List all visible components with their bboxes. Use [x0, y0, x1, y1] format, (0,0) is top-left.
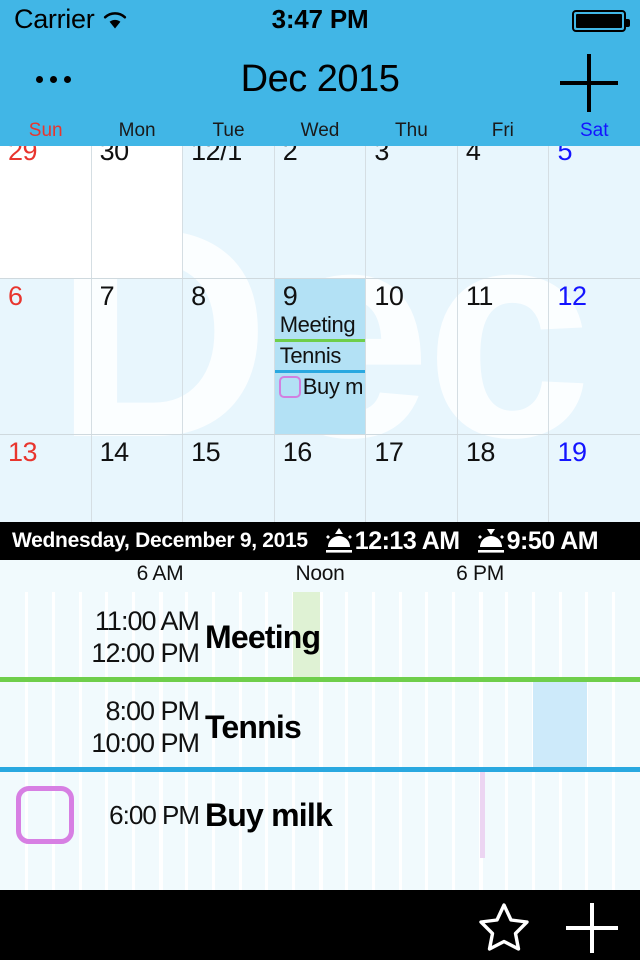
day-number: 13 [8, 437, 38, 467]
day-cell-12[interactable]: 12 [549, 279, 640, 434]
day-number: 17 [374, 437, 404, 467]
cell-task[interactable]: Buy m [275, 373, 366, 401]
week-row: 6 7 8 9 Meeting Tennis Buy m 10 11 12 [0, 279, 640, 435]
day-cell-9[interactable]: 9 Meeting Tennis Buy m [274, 279, 367, 434]
ruler-label-6-pm: 6 PM [456, 562, 504, 585]
status-bar: Carrier 3:47 PM [0, 0, 640, 40]
day-number: 6 [8, 281, 23, 311]
ruler-label-noon: Noon [295, 562, 345, 585]
status-bar-clock: 3:47 PM [271, 4, 369, 34]
day-number: 5 [557, 146, 572, 166]
day-number: 16 [282, 437, 313, 467]
week-row: 13 14 15 16 17 18 19 [0, 435, 640, 522]
timeline-event-title: Tennis [205, 708, 302, 745]
day-cell-10[interactable]: 10 [366, 279, 458, 434]
weekday-sat: Sat [579, 120, 609, 141]
day-cell-12-1[interactable]: 12/1 [183, 146, 275, 278]
task-checkbox[interactable] [16, 786, 74, 844]
plus-icon[interactable] [566, 903, 618, 953]
task-checkbox-icon[interactable] [278, 376, 301, 398]
selected-day-bar: Wednesday, December 9, 2015 12:13 AM 9:5… [0, 522, 640, 560]
timeline-event-title: Buy milk [205, 796, 333, 833]
day-number: 12/1 [191, 146, 242, 166]
day-cell-3[interactable]: 3 [366, 146, 458, 278]
selected-day-date: Wednesday, December 9, 2015 [12, 529, 308, 552]
day-cell-19[interactable]: 19 [549, 435, 640, 522]
weekday-fri: Fri [491, 120, 514, 141]
weekday-sun: Sun [28, 120, 63, 141]
day-number: 10 [374, 281, 404, 311]
ruler-label-6-am: 6 AM [136, 562, 184, 585]
day-number: 30 [99, 146, 130, 166]
page-title: Dec 2015 [240, 57, 400, 100]
timeline-ruler: 6 AM Noon 6 PM [0, 560, 640, 592]
star-outline-icon[interactable] [478, 902, 530, 952]
calendar-app: Carrier 3:47 PM Dec 2015 Sun Mon Tue Wed Thu… [0, 0, 640, 960]
cell-task-title: Buy m [302, 374, 364, 399]
day-cell-11[interactable]: 11 [458, 279, 550, 434]
day-cell-2[interactable]: 2 [275, 146, 367, 278]
bottom-toolbar [0, 890, 640, 960]
day-cell-4[interactable]: 4 [458, 146, 550, 278]
day-number: 19 [557, 437, 587, 467]
day-cell-6[interactable]: 6 [0, 279, 92, 434]
battery-icon [572, 10, 630, 32]
day-number: 2 [282, 146, 298, 166]
day-number: 7 [99, 281, 115, 311]
day-number: 29 [8, 146, 38, 166]
sunrise-icon [324, 527, 354, 555]
day-cell-8[interactable]: 8 [183, 279, 275, 434]
day-number: 3 [374, 146, 389, 166]
day-number: 8 [191, 281, 206, 311]
month-grid[interactable]: Dec 293012/123456789MeetingTennisBuy m10… [0, 146, 640, 522]
sunrise-time: 12:13 AM [354, 526, 460, 555]
week-row: 29 30 12/1 2 3 4 5 [0, 146, 640, 279]
plus-icon[interactable] [560, 54, 618, 112]
day-number: 9 [282, 281, 298, 311]
day-timeline[interactable]: 6 AM Noon 6 PM 11:00 AM 12:00 PM Meeting 8:00… [0, 560, 640, 890]
day-number: 4 [465, 146, 481, 166]
day-cell-13[interactable]: 13 [0, 435, 92, 522]
timeline-row-tennis[interactable]: 8:00 PM 10:00 PM Tennis [0, 682, 640, 772]
weekday-tue: Tue [212, 120, 245, 141]
day-number: 14 [99, 437, 130, 467]
cell-event[interactable]: Tennis [274, 342, 366, 373]
day-number: 11 [465, 281, 494, 311]
weekday-header: Sun Mon Tue Wed Thu Fri Sat [0, 118, 640, 146]
timeline-event-time: 11:00 AM 12:00 PM [91, 606, 200, 668]
day-cell-15[interactable]: 15 [183, 435, 275, 522]
day-cell-17[interactable]: 17 [366, 435, 458, 522]
day-cell-30[interactable]: 30 [91, 146, 184, 278]
timeline-event-title: Meeting [205, 618, 321, 655]
day-number: 15 [191, 437, 221, 467]
weekday-mon: Mon [118, 120, 156, 141]
day-cell-16[interactable]: 16 [275, 435, 367, 522]
cell-event[interactable]: Meeting [274, 311, 366, 342]
timeline-row-meeting[interactable]: 11:00 AM 12:00 PM Meeting [0, 592, 640, 682]
day-cell-29[interactable]: 29 [0, 146, 92, 278]
sunset-block: 9:50 AM [476, 526, 599, 556]
weekday-wed: Wed [300, 120, 340, 141]
weekday-thu: Thu [395, 120, 428, 141]
day-cell-7[interactable]: 7 [92, 279, 184, 434]
day-cell-5[interactable]: 5 [549, 146, 640, 278]
sunset-icon [476, 527, 506, 555]
timeline-row-buy-milk[interactable]: 6:00 PM Buy milk [0, 772, 640, 858]
day-number: 18 [465, 437, 496, 467]
day-cell-14[interactable]: 14 [92, 435, 184, 522]
day-cell-18[interactable]: 18 [458, 435, 550, 522]
timeline-event-time: 8:00 PM 10:00 PM [91, 696, 200, 758]
day-number: 12 [557, 281, 587, 311]
sunrise-block: 12:13 AM [324, 527, 460, 556]
nav-bar: Dec 2015 [0, 40, 640, 118]
sunset-time: 9:50 AM [506, 526, 599, 555]
